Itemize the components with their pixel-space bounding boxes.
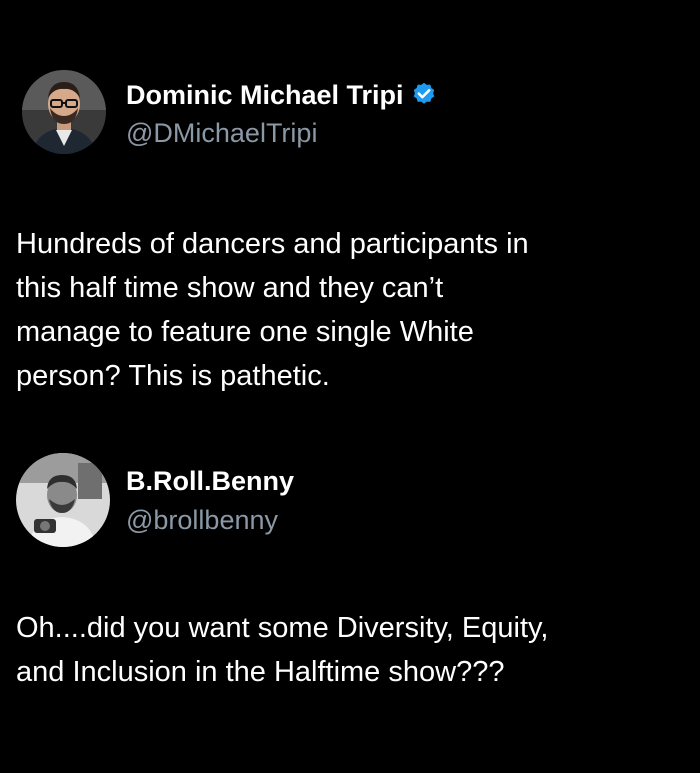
avatar[interactable]	[16, 453, 110, 547]
handle[interactable]: @brollbenny	[126, 505, 278, 536]
tweet-text-line: this half time show and they can’t	[16, 272, 444, 304]
tweet-text-line: Oh....did you want some Diversity, Equit…	[16, 612, 549, 644]
display-name[interactable]: Dominic Michael Tripi	[126, 80, 438, 116]
display-name-text: Dominic Michael Tripi	[126, 80, 404, 110]
tweet-text-line: person? This is pathetic.	[16, 360, 330, 392]
display-name[interactable]: B.Roll.Benny	[126, 466, 294, 497]
verified-badge-icon	[410, 81, 438, 116]
tweet-text-line: Hundreds of dancers and participants in	[16, 228, 529, 260]
tweet-text: Oh....did you want some Diversity, Equit…	[16, 606, 686, 694]
tweet-text-line: and Inclusion in the Halftime show???	[16, 656, 505, 688]
avatar[interactable]	[22, 70, 106, 154]
handle[interactable]: @DMichaelTripi	[126, 118, 317, 149]
tweet-text-line: manage to feature one single White	[16, 316, 474, 348]
tweet-text: Hundreds of dancers and participants in …	[16, 222, 686, 398]
